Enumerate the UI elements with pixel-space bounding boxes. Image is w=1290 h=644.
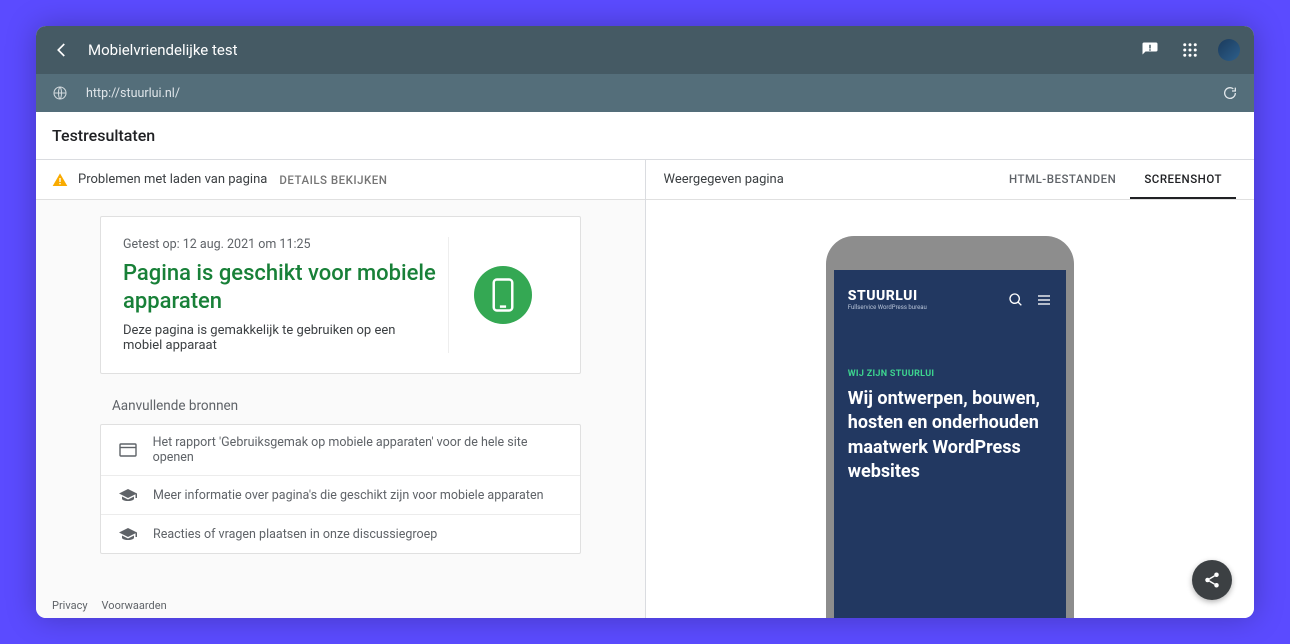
preview-panel: Weergegeven pagina HTML-BESTANDEN SCREEN… xyxy=(646,160,1255,618)
url-text[interactable]: http://stuurlui.nl/ xyxy=(86,86,1220,101)
page-title: Mobielvriendelijke test xyxy=(88,41,238,59)
result-card: Getest op: 12 aug. 2021 om 11:25 Pagina … xyxy=(100,216,581,374)
list-item-label: Meer informatie over pagina's die geschi… xyxy=(153,488,543,503)
additional-list: Het rapport 'Gebruiksgemak op mobiele ap… xyxy=(100,424,581,554)
verdict-subtext: Deze pagina is gemakkelijk te gebruiken … xyxy=(123,323,438,353)
hero-tagline: WIJ ZIJN STUURLUI xyxy=(848,369,1052,379)
list-item[interactable]: Meer informatie over pagina's die geschi… xyxy=(101,476,580,515)
refresh-button[interactable] xyxy=(1220,83,1240,103)
preview-area: STUURLUI Fullservice WordPress bureau WI… xyxy=(646,200,1255,618)
preview-title: Weergegeven pagina xyxy=(664,172,996,187)
education-icon xyxy=(117,525,139,543)
privacy-link[interactable]: Privacy xyxy=(52,599,88,612)
content: Problemen met laden van pagina DETAILS B… xyxy=(36,160,1254,618)
back-button[interactable] xyxy=(50,38,74,62)
warning-bar: Problemen met laden van pagina DETAILS B… xyxy=(36,160,645,200)
warning-text: Problemen met laden van pagina xyxy=(78,172,267,187)
additional-heading: Aanvullende bronnen xyxy=(112,398,581,414)
results-panel: Problemen met laden van pagina DETAILS B… xyxy=(36,160,646,618)
list-item[interactable]: Het rapport 'Gebruiksgemak op mobiele ap… xyxy=(101,425,580,476)
phone-screenshot: STUURLUI Fullservice WordPress bureau WI… xyxy=(834,270,1066,618)
list-item-label: Reacties of vragen plaatsen in onze disc… xyxy=(153,527,437,542)
tested-timestamp: Getest op: 12 aug. 2021 om 11:25 xyxy=(123,237,438,252)
feedback-icon[interactable] xyxy=(1138,38,1162,62)
share-button[interactable] xyxy=(1192,560,1232,600)
warning-details-link[interactable]: DETAILS BEKIJKEN xyxy=(279,173,387,187)
education-icon xyxy=(117,486,139,504)
list-item[interactable]: Reacties of vragen plaatsen in onze disc… xyxy=(101,515,580,553)
warning-icon xyxy=(52,172,68,188)
search-icon xyxy=(1008,292,1024,308)
hamburger-icon xyxy=(1036,292,1052,308)
apps-icon[interactable] xyxy=(1178,38,1202,62)
mobile-friendly-badge xyxy=(474,266,532,324)
hero-heading: Wij ontwerpen, bouwen, hosten en onderho… xyxy=(848,387,1052,484)
app-window: Mobielvriendelijke test http://stuurlui.… xyxy=(36,26,1254,618)
site-logo: STUURLUI xyxy=(848,288,927,304)
verdict-heading: Pagina is geschikt voor mobiele apparate… xyxy=(123,260,438,315)
list-item-label: Het rapport 'Gebruiksgemak op mobiele ap… xyxy=(153,435,564,465)
top-bar: Mobielvriendelijke test xyxy=(36,26,1254,74)
preview-header: Weergegeven pagina HTML-BESTANDEN SCREEN… xyxy=(646,160,1255,200)
globe-icon xyxy=(50,83,70,103)
tab-html[interactable]: HTML-BESTANDEN xyxy=(995,160,1130,199)
avatar[interactable] xyxy=(1218,39,1240,61)
report-icon xyxy=(117,441,139,459)
subheader: Testresultaten xyxy=(36,112,1254,160)
site-logo-sub: Fullservice WordPress bureau xyxy=(848,304,927,311)
phone-frame: STUURLUI Fullservice WordPress bureau WI… xyxy=(826,236,1074,618)
url-bar: http://stuurlui.nl/ xyxy=(36,74,1254,112)
tab-screenshot[interactable]: SCREENSHOT xyxy=(1130,160,1236,199)
terms-link[interactable]: Voorwaarden xyxy=(102,599,167,612)
footer: Privacy Voorwaarden xyxy=(52,599,167,612)
